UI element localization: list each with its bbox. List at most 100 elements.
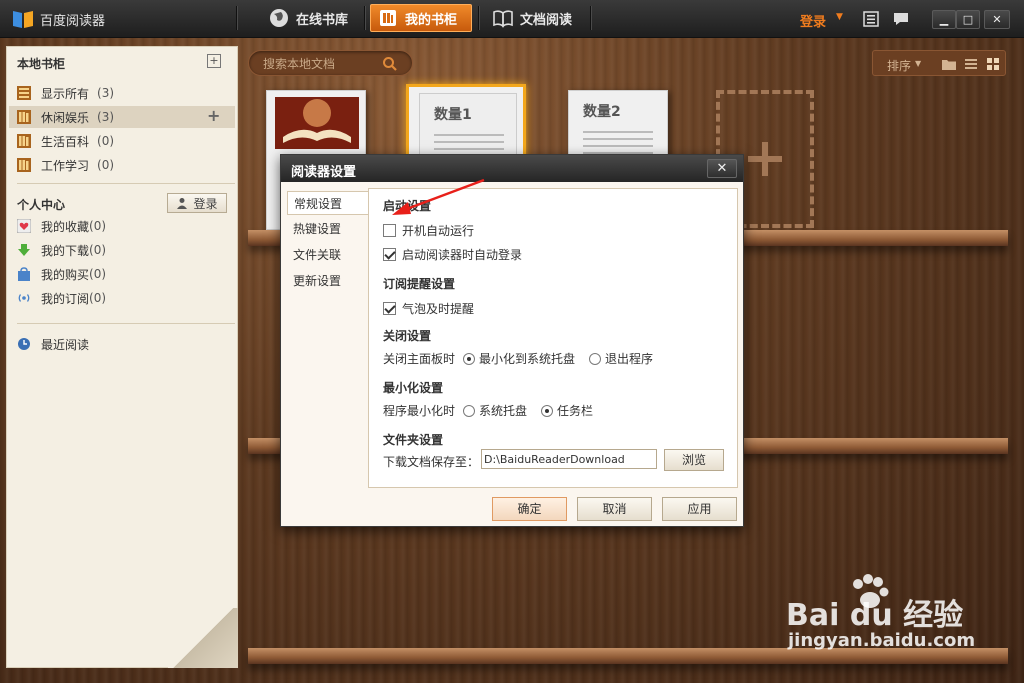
sidebar-item-label: 最近阅读: [41, 337, 90, 352]
settings-nav: 常规设置 热键设置 文件关联 更新设置: [287, 189, 369, 485]
sidebar-item-label: 休闲娱乐: [41, 110, 90, 125]
sort-button[interactable]: 排序: [887, 57, 911, 74]
sidebar-item-leisure[interactable]: 休闲娱乐 (3): [9, 106, 235, 128]
download-path-input[interactable]: [481, 449, 657, 469]
tab-online-library[interactable]: 在线书库: [262, 4, 358, 32]
auto-run-checkbox[interactable]: [383, 224, 396, 237]
dialog-title: 阅读器设置: [291, 165, 357, 180]
close-behavior-prompt: 关闭主面板时: [383, 352, 456, 366]
paw-logo-icon: [853, 574, 889, 608]
page-curl-decoration: [168, 608, 238, 668]
chevron-down-icon[interactable]: ▼: [836, 12, 843, 22]
close-to-tray-label[interactable]: 最小化到系统托盘: [479, 350, 575, 367]
top-login-link[interactable]: 登录: [800, 11, 826, 30]
tab-my-bookshelf-label: 我的书柜: [405, 12, 458, 28]
open-book-cover-image: [275, 97, 359, 149]
search-box: [248, 50, 413, 76]
tab-online-library-label: 在线书库: [296, 12, 349, 28]
folder-icon[interactable]: [941, 56, 957, 72]
sidebar-item-work[interactable]: 工作学习 (0): [9, 154, 235, 176]
minimize-to-taskbar-radio[interactable]: [541, 404, 554, 417]
sidebar-item-label: 我的下载: [41, 243, 90, 258]
auto-login-option[interactable]: 启动阅读器时自动登录: [383, 246, 522, 263]
heart-icon: [17, 219, 31, 233]
title-bar: 百度阅读器 在线书库 我的书柜 文档阅读 登录 ▼ ▁ □ ✕: [0, 0, 1024, 38]
sidebar-item-downloads[interactable]: 我的下载 (0): [9, 239, 235, 261]
close-behavior-row: 关闭主面板时 最小化到系统托盘 退出程序: [383, 350, 653, 367]
divider: [236, 6, 237, 30]
tab-document-reading[interactable]: 文档阅读: [486, 4, 582, 32]
sidebar-item-count: (0): [89, 219, 107, 233]
minimize-to-tray-radio[interactable]: [463, 404, 476, 417]
apply-button[interactable]: 应用: [662, 497, 737, 521]
app-logo-icon: [13, 11, 33, 28]
download-folder-prompt: 下载文档保存至：: [383, 455, 480, 469]
sidebar-item-label: 我的订阅: [41, 291, 90, 306]
divider: [364, 6, 365, 30]
settings-tab-updates[interactable]: 更新设置: [287, 269, 369, 293]
settings-tab-general[interactable]: 常规设置: [287, 191, 369, 215]
sidebar-item-favorites[interactable]: 我的收藏 (0): [9, 215, 235, 237]
search-input[interactable]: [263, 56, 383, 72]
sidebar-item-count: (0): [89, 243, 107, 257]
view-toolbar: 排序 ▼: [872, 50, 1006, 76]
minimize-to-tray-label[interactable]: 系统托盘: [479, 402, 527, 419]
plus-icon: [762, 142, 768, 176]
minimize-to-taskbar-label[interactable]: 任务栏: [557, 402, 593, 419]
chevron-down-icon[interactable]: ▼: [915, 59, 921, 68]
user-icon: [177, 198, 188, 209]
divider: [590, 6, 591, 30]
sidebar-login-button[interactable]: 登录: [167, 193, 227, 213]
ok-button[interactable]: 确定: [492, 497, 567, 521]
watermark-url: jingyan.baidu.com: [788, 630, 976, 651]
sidebar-item-count: (0): [89, 267, 107, 281]
bubble-reminder-label: 气泡及时提醒: [402, 302, 475, 316]
settings-tab-file-association[interactable]: 文件关联: [287, 243, 369, 267]
cancel-button[interactable]: 取消: [577, 497, 652, 521]
section-title-close: 关闭设置: [383, 329, 432, 343]
list-view-icon[interactable]: [963, 56, 979, 72]
message-bubble-icon[interactable]: [892, 10, 910, 28]
close-button[interactable]: ✕: [984, 10, 1010, 29]
open-book-icon: [493, 10, 513, 28]
watermark: Bai du 经验 jingyan.baidu.com: [786, 574, 975, 651]
close-exit-label[interactable]: 退出程序: [605, 350, 653, 367]
sidebar-item-subscriptions[interactable]: 我的订阅 (0): [9, 287, 235, 309]
grid-view-icon[interactable]: [985, 56, 1001, 72]
browse-button[interactable]: 浏览: [664, 449, 724, 471]
section-title-startup: 启动设置: [383, 199, 432, 213]
add-icon[interactable]: +: [207, 106, 220, 125]
sidebar-item-purchases[interactable]: 我的购买 (0): [9, 263, 235, 285]
bubble-reminder-checkbox[interactable]: [383, 302, 396, 315]
settings-tab-hotkeys[interactable]: 热键设置: [287, 217, 369, 241]
bookshelf-icon: [380, 10, 396, 26]
clock-icon: [18, 338, 30, 350]
minimize-button[interactable]: ▁: [932, 10, 956, 29]
broadcast-icon: [18, 294, 30, 302]
auto-login-label: 启动阅读器时自动登录: [402, 248, 523, 262]
tab-my-bookshelf[interactable]: 我的书柜: [370, 4, 472, 32]
divider: [17, 323, 235, 324]
sidebar: 本地书柜 + 显示所有 (3) 休闲娱乐 (3) + 生活百科 (0) 工作学习…: [6, 46, 238, 668]
sidebar-item-recent[interactable]: 最近阅读: [9, 333, 235, 355]
section-title-subscribe: 订阅提醒设置: [383, 277, 456, 291]
maximize-button[interactable]: □: [956, 10, 980, 29]
divider: [17, 183, 235, 184]
sidebar-item-show-all[interactable]: 显示所有 (3): [9, 82, 235, 104]
auto-run-label: 开机自动运行: [402, 224, 475, 238]
sidebar-item-life[interactable]: 生活百科 (0): [9, 130, 235, 152]
sidebar-item-count: (3): [97, 110, 115, 124]
sidebar-item-label: 工作学习: [41, 158, 90, 173]
bubble-reminder-option[interactable]: 气泡及时提醒: [383, 300, 474, 317]
menu-list-icon[interactable]: [862, 10, 880, 28]
dialog-title-bar: 阅读器设置 ✕: [281, 155, 743, 182]
search-icon[interactable]: [382, 56, 398, 72]
auto-login-checkbox[interactable]: [383, 248, 396, 261]
sidebar-item-count: (0): [97, 134, 115, 148]
dialog-close-button[interactable]: ✕: [707, 159, 737, 178]
auto-run-option[interactable]: 开机自动运行: [383, 222, 474, 239]
close-to-tray-radio[interactable]: [463, 352, 476, 365]
add-category-button[interactable]: +: [207, 54, 221, 68]
sidebar-item-label: 我的购买: [41, 267, 90, 282]
close-exit-radio[interactable]: [589, 352, 602, 365]
